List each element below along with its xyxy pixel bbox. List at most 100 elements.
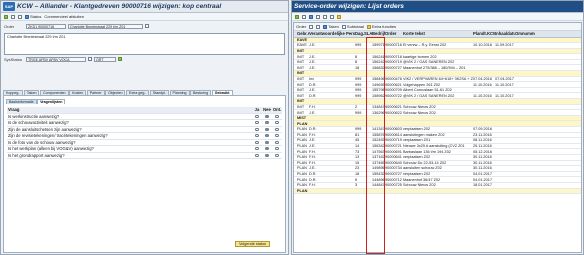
group-row[interactable]: PLAN (294, 188, 581, 195)
sort-ascending-icon[interactable] (316, 14, 320, 19)
radio-ont[interactable] (275, 134, 279, 138)
radio-ont[interactable] (275, 140, 279, 144)
cell-korte-tekst: Maanenhof 36/47 Z02 (403, 177, 441, 182)
radio-ja[interactable] (255, 153, 259, 157)
order-button[interactable]: Order (296, 24, 306, 29)
subtotaal-button[interactable]: Subtotaal (341, 24, 364, 29)
right-toolbar (292, 13, 583, 21)
cell-bedrijfsg: 1589621 (372, 93, 385, 98)
radio-ont[interactable] (275, 121, 279, 125)
cell-order: 90000691 (385, 149, 402, 154)
col-korte-tekst[interactable]: Korte tekst (403, 31, 473, 36)
cell-korte-tekst: Volgehappen 261 Z02 (403, 82, 441, 87)
cell-bedrijfsg: 1413478 (372, 127, 385, 132)
order-list-grid: Order Taken Subtotaal Extra functies Geb… (293, 22, 582, 254)
order-address-field[interactable]: Charlotte Brontestraat 229 t/m Z01 (68, 23, 143, 29)
cell-bedrijfsg: 1496397 (372, 82, 385, 87)
col-gebr-stat[interactable]: Gebr.stat. (297, 31, 309, 36)
cell-bedrijfsg: 1562418 (372, 54, 385, 59)
radio-nee[interactable] (265, 127, 269, 131)
sort-descending-icon[interactable] (323, 14, 327, 19)
radio-nee[interactable] (265, 153, 269, 157)
order-description-textarea[interactable]: Charlotte Brontestraat 229 t/m Z01 (4, 33, 285, 55)
col-sla[interactable]: SLA (364, 31, 372, 36)
cell-dag: 999 (355, 93, 362, 98)
cell-korte-tekst: VIK2 / VERPVAREN 64+618+ 3K2SA + Z02 (403, 76, 473, 81)
col-verantwoordelijke[interactable]: Verantwoordelijke Persoon (309, 31, 355, 36)
cell-verantwoordelijke: D.R. (309, 177, 317, 182)
radio-ja[interactable] (255, 134, 259, 138)
subtotal-icon (341, 24, 346, 29)
radio-ont[interactable] (275, 127, 279, 131)
radio-nee[interactable] (265, 147, 269, 151)
save-icon[interactable] (4, 14, 8, 19)
col-order[interactable]: Order (385, 31, 403, 36)
col-bedrijfsg[interactable]: Bedrijfsg. (372, 31, 385, 36)
check-icon[interactable] (295, 14, 299, 19)
cell-korte-tekst: Albert Cornuslaan 51-61 Z02 (403, 88, 452, 93)
status-button[interactable]: Status (25, 14, 41, 19)
group-name: PLAN (297, 121, 308, 126)
question-text: Is de schouwactiviteit aanwezig? (8, 120, 69, 126)
cell-bedrijfsg: 1371628 (372, 155, 385, 160)
cell-bedrijfsg: 1348472 (372, 104, 385, 109)
radio-ont[interactable] (275, 147, 279, 151)
radio-ja[interactable] (255, 140, 259, 144)
edit-icon[interactable] (309, 24, 314, 29)
radio-nee[interactable] (265, 140, 269, 144)
print-icon[interactable] (18, 14, 22, 19)
refresh-icon[interactable] (302, 14, 306, 19)
cell-bedrijfsg: 1584966 (372, 76, 385, 81)
cell-verantwoordelijke: J.E. (309, 54, 316, 59)
display-icon[interactable] (316, 24, 321, 29)
subtab-vragenlijsten[interactable]: Vragenlijsten (37, 98, 66, 104)
cell-bedrijfsg: 1448968 (372, 177, 385, 182)
sysstatus-field: TRGE AFBV AFBV VOCA (26, 56, 86, 62)
order-number-field[interactable]: ZKD1 90000716 (26, 23, 66, 29)
radio-nee[interactable] (265, 121, 269, 125)
cell-gebr-stat: EAVE (297, 43, 307, 48)
col-omnummering[interactable]: Omnummering (515, 31, 535, 36)
radio-nee[interactable] (265, 134, 269, 138)
cell-order: 90000719 (385, 60, 402, 65)
cell-verantwoordelijke: F.H. (309, 132, 316, 137)
subtab-basisinformatie[interactable]: Basisinformatie (6, 98, 37, 104)
cell-inhaaldatum: 11.09.2017 (495, 43, 514, 48)
extra-functies-button[interactable]: Extra functies (366, 24, 396, 29)
radio-nee[interactable] (265, 114, 269, 118)
filter-icon[interactable] (309, 14, 313, 19)
col-dag[interactable]: Dag. (355, 31, 364, 36)
radio-ont[interactable] (275, 114, 279, 118)
sysstatus-info-icon[interactable] (88, 57, 92, 61)
gebruikt-tab-panel: Basisinformatie Vragenlijsten Vraag Ja N… (3, 95, 286, 253)
userstatus-check-icon[interactable] (118, 57, 122, 61)
group-name: INIT (297, 99, 305, 104)
cell-plandt-kcw: 11.10.2016 (473, 93, 492, 98)
export-icon[interactable] (330, 14, 334, 19)
cell-dag: 23 (355, 166, 360, 171)
layout-icon[interactable] (337, 14, 341, 19)
cell-verantwoordelijke: D.R. (309, 127, 317, 132)
col-inhaaldatum[interactable]: Inhaaldatum (495, 31, 515, 36)
commercieel-afsluiten-button[interactable]: Commercieel afsluiten (44, 14, 84, 19)
cell-plandt-kcw: 07.04.2016 (473, 76, 493, 81)
cell-bedrijfsg: 1475632 (372, 149, 385, 154)
info-icon[interactable] (145, 24, 149, 28)
cell-verantwoordelijke: J.E. (309, 166, 316, 171)
copy-icon[interactable] (11, 14, 15, 19)
cell-korte-tekst: @VIK 2 / GAS SANEREN Z02 (403, 60, 455, 65)
col-plandt-kcw[interactable]: Plandt.KCW (473, 31, 495, 36)
left-title-bar: SAP KCW – Alliander - Klantgedreven 9000… (1, 1, 288, 13)
cell-plandt-kcw: 10.10.2016 (473, 43, 493, 48)
taken-button[interactable]: Taken (323, 24, 339, 29)
radio-ont[interactable] (275, 153, 279, 157)
radio-ja[interactable] (255, 121, 259, 125)
radio-ja[interactable] (255, 114, 259, 118)
cell-order: 90000712 (385, 177, 402, 182)
radio-ja[interactable] (255, 127, 259, 131)
volgende-status-button[interactable]: Volgende status (234, 241, 270, 247)
radio-ja[interactable] (255, 147, 259, 151)
cell-order: 90000727 (385, 65, 402, 70)
col-nee: Nee (263, 107, 271, 113)
cell-bedrijfsg: 1568321 (372, 65, 385, 70)
